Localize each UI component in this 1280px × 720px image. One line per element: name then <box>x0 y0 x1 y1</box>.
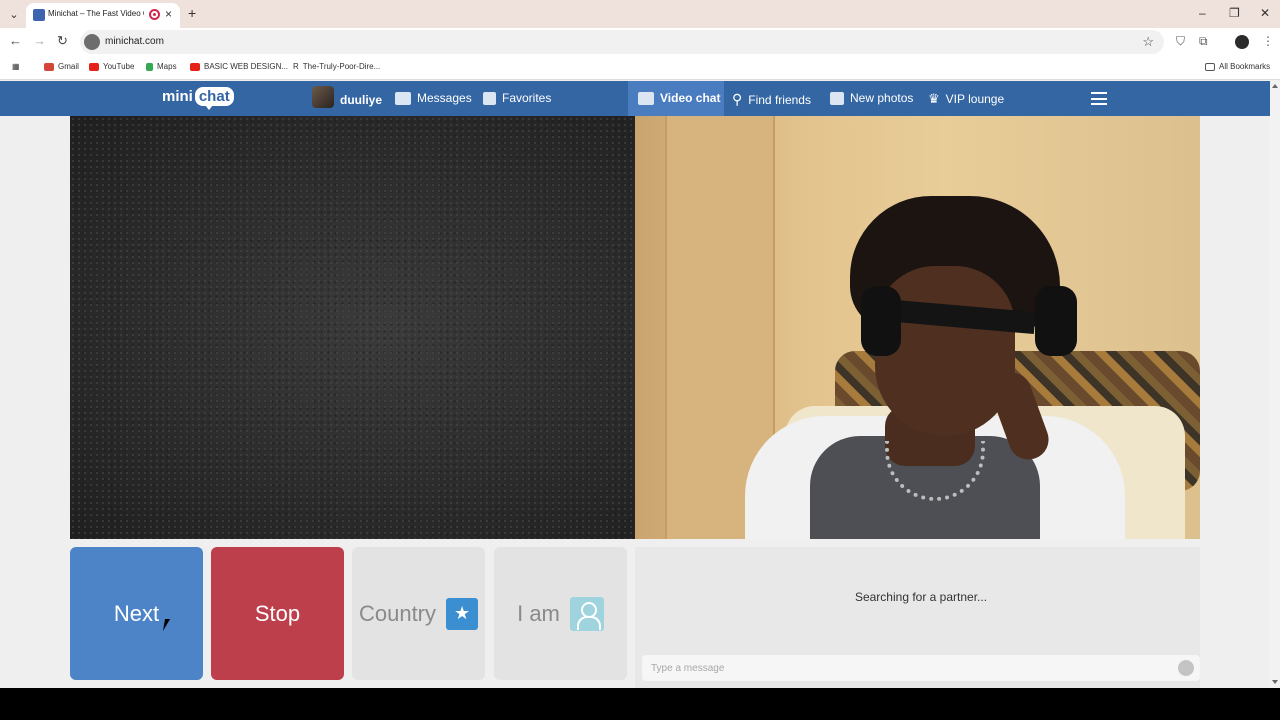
bookmark-truly-poor[interactable]: R The-Truly-Poor-Dire... <box>293 62 380 71</box>
photos-grid-icon <box>830 91 844 105</box>
maps-icon <box>146 62 153 71</box>
url-text: minichat.com <box>105 36 164 47</box>
bookmark-icon <box>483 91 496 105</box>
nav-find-friends[interactable]: ⚲ Find friends <box>732 91 811 108</box>
nav-favorites[interactable]: Favorites <box>483 91 551 105</box>
nav-vip-lounge[interactable]: ♛ VIP lounge <box>928 91 1004 107</box>
tab-strip: ⌄ Minichat – The Fast Video C × + – ❐ ✕ <box>0 0 1280 28</box>
next-button[interactable]: Next <box>70 547 203 680</box>
gmail-icon <box>44 62 54 71</box>
bookmark-youtube[interactable]: YouTube <box>89 62 134 71</box>
browser-menu-icon[interactable]: ⋮ <box>1262 34 1274 48</box>
close-tab-icon[interactable]: × <box>165 7 172 21</box>
recording-icon <box>149 9 160 20</box>
mouse-cursor-icon <box>162 619 171 631</box>
star-icon: ★ <box>446 597 479 630</box>
envelope-icon <box>395 91 411 105</box>
person-icon <box>569 596 604 631</box>
headphone-left <box>861 286 901 356</box>
browser-toolbar: ← → ↻ minichat.com ☆ ⛉ ⧉ ⋮ <box>0 28 1280 56</box>
back-icon[interactable]: ← <box>9 33 22 48</box>
video-chat-icon <box>638 91 654 105</box>
minichat-logo[interactable]: mini chat <box>162 87 234 110</box>
minimize-icon[interactable]: – <box>1199 6 1206 20</box>
bookmarks-bar: ▦ Gmail YouTube Maps BASIC WEB DESIGN...… <box>0 56 1280 80</box>
browser-tab[interactable]: Minichat – The Fast Video C × <box>26 3 180 28</box>
tab-search-icon[interactable]: ⌄ <box>5 5 23 23</box>
avatar <box>312 86 334 108</box>
scroll-up-icon[interactable] <box>1272 84 1278 88</box>
nav-profile[interactable]: duuliye <box>312 86 382 108</box>
search-icon: ⚲ <box>732 91 743 107</box>
scroll-down-icon[interactable] <box>1272 680 1278 684</box>
folder-icon <box>1205 62 1215 71</box>
crown-icon: ♛ <box>928 91 940 106</box>
new-tab-icon[interactable]: + <box>188 5 196 21</box>
youtube-icon <box>190 62 200 71</box>
chat-panel: Searching for a partner... <box>635 547 1200 688</box>
apps-icon[interactable]: ▦ <box>12 62 20 71</box>
tab-title: Minichat – The Fast Video C <box>48 9 144 18</box>
self-video <box>635 116 1200 539</box>
hamburger-menu-icon[interactable] <box>1091 92 1107 105</box>
r-icon: R <box>293 62 299 71</box>
bookmark-gmail[interactable]: Gmail <box>44 62 79 71</box>
shield-extension-icon[interactable]: ⛉ <box>1176 34 1185 49</box>
browser-window: ⌄ Minichat – The Fast Video C × + – ❐ ✕ … <box>0 0 1280 688</box>
stop-button[interactable]: Stop <box>211 547 344 680</box>
extensions-icon[interactable]: ⧉ <box>1199 34 1208 49</box>
address-bar[interactable]: minichat.com ☆ <box>80 30 1164 54</box>
youtube-icon <box>89 62 99 71</box>
headphone-right <box>1035 286 1077 356</box>
page-scrollbar[interactable] <box>1270 81 1280 688</box>
restore-icon[interactable]: ❐ <box>1229 6 1240 20</box>
nav-new-photos[interactable]: New photos <box>830 91 913 105</box>
tab-favicon-icon <box>33 9 45 21</box>
partner-video <box>70 116 635 539</box>
all-bookmarks[interactable]: All Bookmarks <box>1205 62 1270 71</box>
emoji-icon[interactable] <box>1178 660 1194 676</box>
message-input[interactable] <box>642 655 1200 681</box>
bookmark-basic-web-design[interactable]: BASIC WEB DESIGN... <box>190 62 288 71</box>
bookmark-star-icon[interactable]: ☆ <box>1142 34 1154 50</box>
search-status: Searching for a partner... <box>854 590 988 604</box>
profile-avatar[interactable] <box>1235 35 1249 49</box>
site-navigation: mini chat duuliye Messages Favorites Vid… <box>0 81 1270 116</box>
site-info-icon[interactable] <box>84 34 100 50</box>
reload-icon[interactable]: ↻ <box>57 33 68 49</box>
nav-messages[interactable]: Messages <box>395 91 472 105</box>
country-filter-button[interactable]: Country ★ <box>352 547 485 680</box>
forward-icon[interactable]: → <box>33 33 46 48</box>
bookmark-maps[interactable]: Maps <box>146 62 177 71</box>
window-close-icon[interactable]: ✕ <box>1260 6 1270 20</box>
nav-video-chat[interactable]: Video chat <box>638 91 720 105</box>
gender-filter-button[interactable]: I am <box>494 547 627 680</box>
